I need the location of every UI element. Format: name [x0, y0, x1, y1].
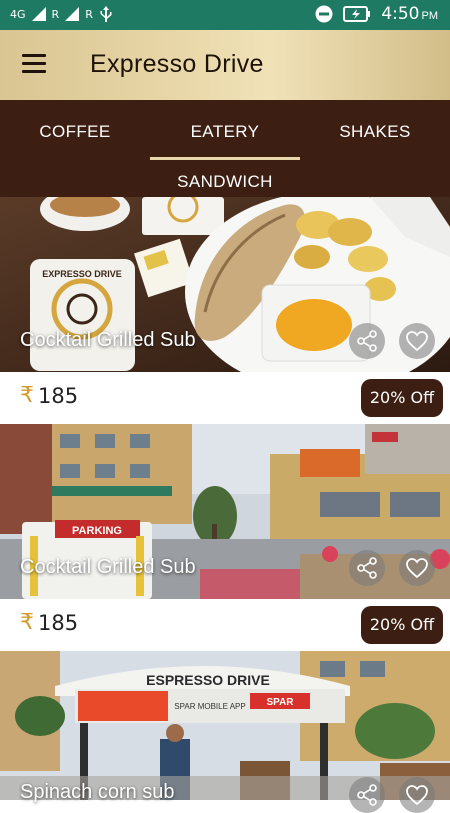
menu-item-card[interactable]: EXPRESSO DRIVE Cocktail Grilled Sub ₹ 18… — [0, 197, 450, 424]
menu-item-card[interactable]: ESPRESSO DRIVE SPAR MOBILE APP SPAR Spin… — [0, 651, 450, 813]
item-price: 185 — [38, 384, 79, 408]
network-type: 4G — [10, 7, 26, 21]
heart-icon — [406, 558, 428, 579]
share-icon — [357, 330, 377, 352]
discount-badge: 20% Off — [361, 606, 443, 644]
heart-icon — [406, 785, 428, 806]
do-not-disturb-icon — [315, 5, 333, 23]
spar-banner-text: SPAR MOBILE APP — [174, 702, 245, 711]
share-icon — [357, 784, 377, 806]
app-bar: Expresso Drive — [0, 30, 450, 100]
status-left: 4G R R — [10, 6, 113, 22]
tab-sandwich[interactable]: SANDWICH — [150, 172, 300, 192]
signal-icon-2 — [65, 7, 80, 21]
category-tab-bar: COFFEE EATERY SHAKES SANDWICH — [0, 100, 450, 197]
share-button[interactable] — [349, 777, 385, 813]
status-clock: 4:50 PM — [381, 4, 438, 24]
app-title: Expresso Drive — [90, 50, 264, 78]
battery-charging-icon — [343, 6, 371, 22]
store-banner-text: ESPRESSO DRIVE — [146, 672, 270, 688]
tab-coffee[interactable]: COFFEE — [0, 122, 150, 142]
favorite-button[interactable] — [399, 323, 435, 359]
menu-item-card[interactable]: PARKING Cocktail Grilled Sub ₹ 185 20% O… — [0, 424, 450, 651]
status-right: 4:50 PM — [315, 4, 438, 24]
price-row: ₹ 185 20% Off — [0, 372, 450, 424]
tab-shakes[interactable]: SHAKES — [300, 122, 450, 142]
discount-badge: 20% Off — [361, 379, 443, 417]
heart-icon — [406, 331, 428, 352]
sim1-roaming: R — [51, 7, 60, 21]
coaster-logo-text: EXPRESSO DRIVE — [42, 269, 122, 279]
favorite-button[interactable] — [399, 550, 435, 586]
item-price: 185 — [38, 611, 79, 635]
share-button[interactable] — [349, 323, 385, 359]
selected-tab-indicator — [150, 157, 300, 160]
item-title: Cocktail Grilled Sub — [20, 329, 196, 351]
sim2-roaming: R — [85, 7, 93, 21]
rupee-icon: ₹ — [20, 610, 34, 635]
rupee-icon: ₹ — [20, 383, 34, 408]
item-title: Spinach corn sub — [20, 781, 175, 803]
food-photo: ESPRESSO DRIVE SPAR MOBILE APP SPAR — [0, 651, 450, 800]
tab-eatery[interactable]: EATERY — [150, 122, 300, 142]
parking-sign-text: PARKING — [72, 525, 122, 537]
hamburger-menu-icon[interactable] — [22, 54, 46, 74]
price-row: ₹ 185 20% Off — [0, 599, 450, 651]
status-bar: 4G R R 4:50 PM — [0, 0, 450, 30]
signal-icon — [31, 7, 46, 21]
item-title: Cocktail Grilled Sub — [20, 556, 196, 578]
share-button[interactable] — [349, 550, 385, 586]
favorite-button[interactable] — [399, 777, 435, 813]
spar-sign-text: SPAR — [266, 697, 294, 708]
usb-icon — [100, 6, 112, 22]
share-icon — [357, 557, 377, 579]
